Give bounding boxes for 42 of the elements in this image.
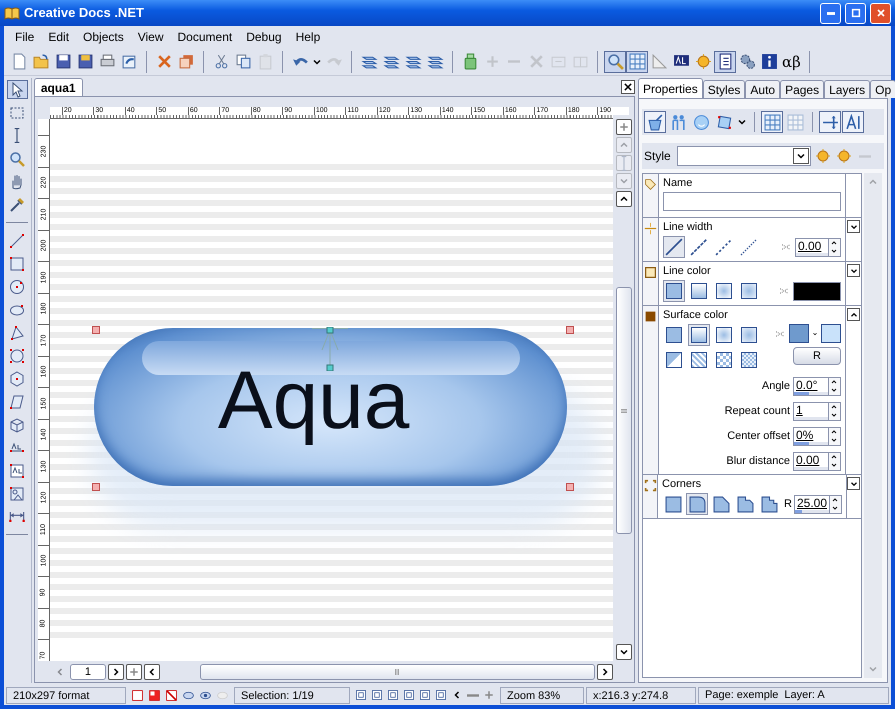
menu-item[interactable]: View bbox=[130, 28, 171, 46]
page-number-field[interactable]: 1 bbox=[70, 664, 106, 680]
section-title: Corners bbox=[662, 477, 702, 491]
menu-item[interactable]: Document bbox=[170, 28, 240, 46]
menu-item[interactable]: Objects bbox=[76, 28, 131, 46]
status-text: x:216.3 y:274.8 bbox=[586, 686, 696, 704]
number-field[interactable]: 0.00 bbox=[795, 238, 829, 256]
menu-item[interactable]: File bbox=[8, 28, 42, 46]
status-text: Layer: A bbox=[784, 688, 825, 703]
object-text: Aqua bbox=[218, 354, 410, 448]
field-label: Angle bbox=[762, 379, 790, 394]
field-label: R bbox=[784, 496, 792, 512]
section-title: Surface color bbox=[663, 308, 729, 322]
status-text: 210x297 format bbox=[6, 686, 126, 704]
section-title: Line color bbox=[663, 264, 712, 278]
panel-tab[interactable]: Pages bbox=[780, 80, 824, 98]
greek-button[interactable]: αβ bbox=[780, 50, 803, 72]
style-label: Style bbox=[644, 148, 672, 165]
section-title: Name bbox=[663, 176, 694, 190]
panel-tab[interactable]: Properties bbox=[638, 78, 703, 98]
status-text: Page: exemple bbox=[705, 688, 778, 703]
number-field[interactable]: 1 bbox=[793, 402, 829, 421]
menu-item[interactable]: Debug bbox=[239, 28, 289, 46]
menu-item[interactable]: Help bbox=[288, 28, 328, 46]
number-field[interactable]: 25.00 bbox=[794, 494, 830, 514]
section-title: Line width bbox=[663, 220, 714, 234]
document-tab[interactable]: aqua1 bbox=[34, 78, 83, 96]
panel-tab[interactable]: Styles bbox=[702, 80, 746, 98]
field-label: Repeat count bbox=[724, 404, 790, 420]
number-field[interactable]: 0.00 bbox=[793, 452, 829, 471]
panel-tab[interactable]: Layers bbox=[824, 80, 870, 98]
number-field[interactable]: 0% bbox=[793, 427, 829, 446]
panel-tab[interactable]: Auto bbox=[745, 80, 780, 98]
status-text: Selection: 1/19 bbox=[234, 686, 350, 704]
reset-button[interactable]: R bbox=[793, 347, 841, 365]
field-label: Blur distance bbox=[726, 454, 790, 470]
menu-item[interactable]: Edit bbox=[41, 28, 76, 46]
window-title: Creative Docs .NET bbox=[24, 4, 145, 22]
field-label: Center offset bbox=[727, 429, 790, 444]
number-field[interactable]: 0.0° bbox=[793, 377, 829, 396]
panel-tab[interactable]: Op bbox=[870, 80, 895, 98]
status-text: Zoom 83% bbox=[500, 686, 584, 704]
